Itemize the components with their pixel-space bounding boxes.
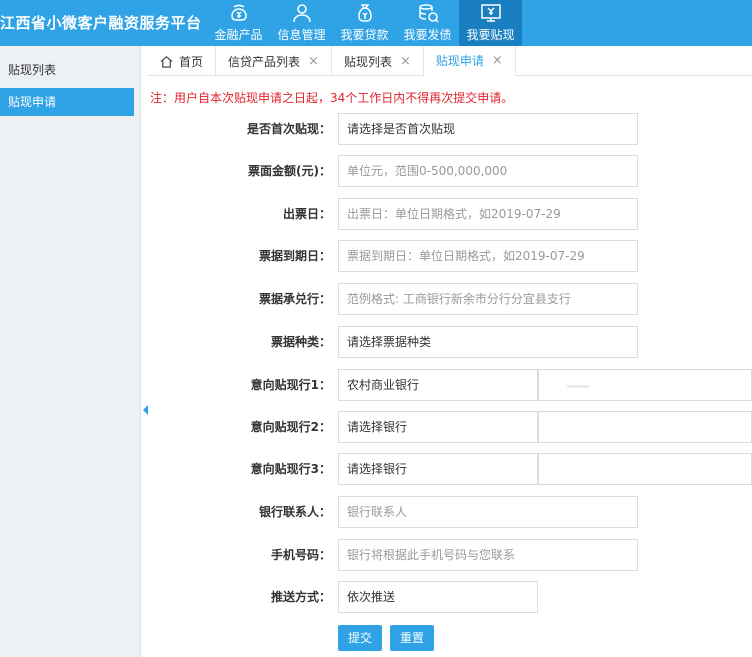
field-label: 票据到期日： <box>258 249 331 263</box>
bank-contact-input[interactable]: 银行联系人 <box>338 496 638 528</box>
field-label: 票据承兑行： <box>258 292 331 306</box>
issue-date-input[interactable]: 出票日：单位日期格式，如2019-07-29 <box>338 198 638 230</box>
nav-financial-products[interactable]: 金融产品 <box>207 0 270 46</box>
money-bag-icon <box>230 4 247 21</box>
placeholder-blur <box>567 385 589 388</box>
field-label: 意向贴现行1： <box>250 378 331 392</box>
field-label: 银行联系人： <box>258 505 331 519</box>
home-icon <box>160 55 173 68</box>
notice-text: 注：用户自本次贴现申请之日起，34个工作日内不得再次提交申请。 <box>150 91 514 105</box>
phone-input[interactable]: 银行将根据此手机号码与您联系 <box>338 539 638 571</box>
nav-label: 金融产品 <box>214 28 263 42</box>
tab-label: 贴现申请 <box>435 54 484 68</box>
tab-discount-apply[interactable]: 贴现申请 × <box>423 46 516 76</box>
tab-label: 首页 <box>179 54 204 69</box>
field-label: 意向贴现行3： <box>250 462 331 476</box>
sidebar-item-discount-list[interactable]: 贴现列表 <box>0 56 134 84</box>
field-label: 票据种类： <box>270 335 331 349</box>
nav-info-management[interactable]: 信息管理 <box>270 0 333 46</box>
nav-label: 信息管理 <box>277 28 326 42</box>
field-label: 是否首次贴现： <box>246 122 331 136</box>
submit-button[interactable]: 提交 <box>338 625 383 651</box>
push-method-select[interactable]: 依次推送 <box>338 581 538 613</box>
acceptor-bank-input[interactable]: 范例格式: 工商银行新余市分行分宜县支行 <box>338 283 638 315</box>
tab-label: 信贷产品列表 <box>228 54 301 69</box>
field-label: 票面金额(元)： <box>248 164 331 178</box>
main-nav: 金融产品 信息管理 我要贷款 我要发债 我要贴现 <box>207 0 522 46</box>
discount-monitor-icon <box>480 4 501 22</box>
face-amount-input[interactable]: 单位元，范围0-500,000,000 <box>338 155 638 187</box>
tab-bar: 首页 信贷产品列表 × 贴现列表 × 贴现申请 × <box>148 46 752 76</box>
coin-stack-icon <box>418 4 439 23</box>
bank1-select[interactable]: 农村商业银行 <box>338 369 538 401</box>
nav-bond[interactable]: 我要发债 <box>396 0 459 46</box>
due-date-input[interactable]: 票据到期日：单位日期格式，如2019-07-29 <box>338 240 638 272</box>
field-label: 意向贴现行2： <box>250 420 331 434</box>
loan-bag-icon <box>357 4 372 22</box>
close-icon[interactable]: × <box>308 54 319 69</box>
bank1-branch-select[interactable] <box>538 369 752 401</box>
bill-type-select[interactable]: 请选择票据种类 <box>338 326 638 358</box>
bank2-branch-select[interactable] <box>538 411 752 443</box>
close-icon[interactable]: × <box>400 54 411 69</box>
nav-label: 我要贷款 <box>340 28 389 42</box>
nav-label: 我要发债 <box>403 28 452 42</box>
nav-label: 我要贴现 <box>466 28 515 42</box>
tab-home[interactable]: 首页 <box>148 46 217 76</box>
app-title: 江西省小微客户融资服务平台 <box>0 14 202 32</box>
tab-discount-list[interactable]: 贴现列表 × <box>332 46 424 76</box>
field-label: 出票日： <box>282 207 331 221</box>
tab-credit-products[interactable]: 信贷产品列表 × <box>216 46 332 76</box>
bank2-select[interactable]: 请选择银行 <box>338 411 538 443</box>
first-discount-select[interactable]: 请选择是否首次贴现 <box>338 113 638 145</box>
field-label: 推送方式： <box>270 590 331 604</box>
user-icon <box>292 4 311 23</box>
tab-label: 贴现列表 <box>343 54 392 69</box>
nav-discount[interactable]: 我要贴现 <box>459 0 522 46</box>
bank3-branch-select[interactable] <box>538 453 752 485</box>
close-icon[interactable]: × <box>492 53 503 68</box>
bank3-select[interactable]: 请选择银行 <box>338 453 538 485</box>
top-bar: 江西省小微客户融资服务平台 金融产品 信息管理 我要贷款 我要发债 我要贴现 <box>0 0 752 46</box>
reset-button[interactable]: 重置 <box>390 625 435 651</box>
field-label: 手机号码： <box>270 548 331 562</box>
nav-loan[interactable]: 我要贷款 <box>333 0 396 46</box>
sidebar: 贴现列表 贴现申请 <box>0 46 141 657</box>
sidebar-item-discount-apply[interactable]: 贴现申请 <box>0 88 134 116</box>
